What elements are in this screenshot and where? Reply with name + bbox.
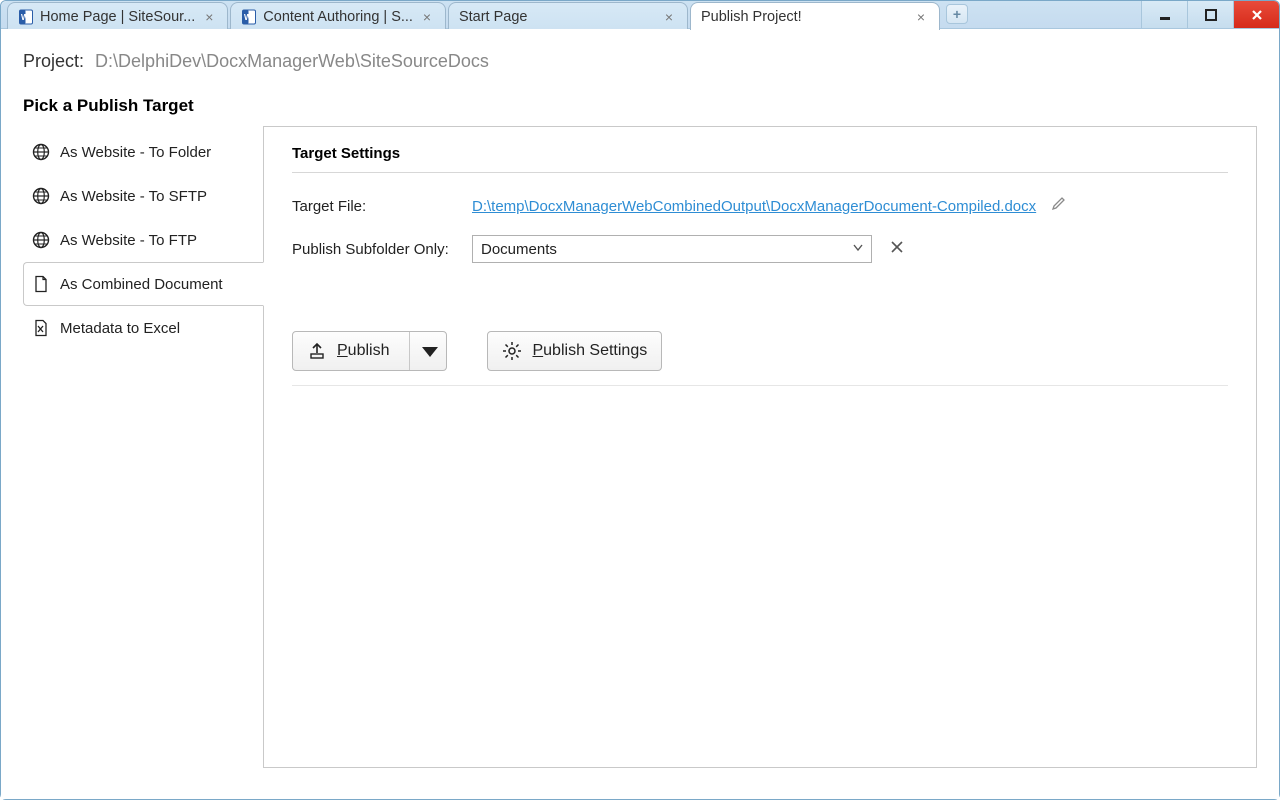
tab-close-icon[interactable]: × bbox=[661, 9, 677, 25]
publish-button[interactable]: Publish bbox=[292, 331, 447, 371]
tab-close-icon[interactable]: × bbox=[201, 9, 217, 25]
target-as-website-folder[interactable]: As Website - To Folder bbox=[23, 130, 263, 174]
svg-text:W: W bbox=[21, 13, 29, 22]
window-minimize-button[interactable] bbox=[1141, 1, 1187, 28]
svg-text:W: W bbox=[244, 13, 252, 22]
window-controls bbox=[1141, 1, 1279, 28]
target-file-link[interactable]: D:\temp\DocxManagerWebCombinedOutput\Doc… bbox=[472, 198, 1036, 215]
tab-close-icon[interactable]: × bbox=[913, 9, 929, 25]
tab-start-page[interactable]: Start Page × bbox=[448, 2, 688, 30]
chevron-down-icon bbox=[420, 341, 440, 361]
word-document-icon: W bbox=[241, 9, 257, 25]
button-label: Publish bbox=[337, 342, 389, 360]
target-metadata-to-excel[interactable]: Metadata to Excel bbox=[23, 306, 263, 350]
target-settings-heading: Target Settings bbox=[292, 145, 1228, 173]
project-label: Project: bbox=[23, 51, 84, 71]
titlebar: W Home Page | SiteSour... × W Content Au… bbox=[1, 1, 1279, 29]
word-document-icon: W bbox=[18, 9, 34, 25]
pencil-icon bbox=[1050, 195, 1068, 213]
dropdown-value: Documents bbox=[481, 241, 557, 258]
button-label: Publish Settings bbox=[532, 342, 647, 360]
tab-close-icon[interactable]: × bbox=[419, 9, 435, 25]
target-label: As Combined Document bbox=[60, 276, 223, 293]
target-file-label: Target File: bbox=[292, 198, 472, 215]
target-label: Metadata to Excel bbox=[60, 320, 180, 337]
publish-split-dropdown[interactable] bbox=[409, 332, 440, 370]
close-icon bbox=[890, 240, 904, 254]
publish-target-list: As Website - To Folder As Website - To S… bbox=[23, 126, 263, 768]
add-tab-button[interactable]: + bbox=[946, 4, 968, 24]
globe-icon bbox=[32, 231, 50, 249]
gear-icon bbox=[502, 341, 522, 361]
excel-document-icon bbox=[32, 319, 50, 337]
target-settings-panel: Target Settings Target File: D:\temp\Doc… bbox=[263, 126, 1257, 768]
tab-label: Publish Project! bbox=[701, 9, 907, 25]
target-label: As Website - To FTP bbox=[60, 232, 197, 249]
clear-subfolder-button[interactable] bbox=[890, 240, 904, 258]
chevron-down-icon bbox=[851, 240, 865, 258]
target-label: As Website - To Folder bbox=[60, 144, 211, 161]
publish-settings-button[interactable]: Publish Settings bbox=[487, 331, 662, 371]
publish-subfolder-dropdown[interactable]: Documents bbox=[472, 235, 872, 263]
close-icon bbox=[1250, 8, 1264, 22]
window-close-button[interactable] bbox=[1233, 1, 1279, 28]
minimize-icon bbox=[1158, 8, 1172, 22]
upload-icon bbox=[307, 341, 327, 361]
tab-publish-project[interactable]: Publish Project! × bbox=[690, 2, 940, 30]
document-icon bbox=[32, 275, 50, 293]
tab-label: Home Page | SiteSour... bbox=[40, 9, 195, 25]
tab-home-page[interactable]: W Home Page | SiteSour... × bbox=[7, 2, 228, 30]
target-as-website-sftp[interactable]: As Website - To SFTP bbox=[23, 174, 263, 218]
publish-subfolder-label: Publish Subfolder Only: bbox=[292, 241, 472, 258]
edit-target-file-button[interactable] bbox=[1050, 195, 1068, 217]
project-line: Project: D:\DelphiDev\DocxManagerWeb\Sit… bbox=[23, 51, 1257, 72]
pick-publish-target-heading: Pick a Publish Target bbox=[23, 96, 1257, 116]
maximize-icon bbox=[1204, 8, 1218, 22]
publish-subfolder-row: Publish Subfolder Only: Documents bbox=[292, 235, 1228, 263]
target-as-website-ftp[interactable]: As Website - To FTP bbox=[23, 218, 263, 262]
globe-icon bbox=[32, 143, 50, 161]
target-label: As Website - To SFTP bbox=[60, 188, 207, 205]
tab-label: Start Page bbox=[459, 9, 655, 25]
tab-content-authoring[interactable]: W Content Authoring | S... × bbox=[230, 2, 446, 30]
globe-icon bbox=[32, 187, 50, 205]
tab-label: Content Authoring | S... bbox=[263, 9, 413, 25]
window-maximize-button[interactable] bbox=[1187, 1, 1233, 28]
target-file-row: Target File: D:\temp\DocxManagerWebCombi… bbox=[292, 195, 1228, 217]
target-as-combined-document[interactable]: As Combined Document bbox=[23, 262, 264, 306]
project-path: D:\DelphiDev\DocxManagerWeb\SiteSourceDo… bbox=[95, 51, 489, 71]
